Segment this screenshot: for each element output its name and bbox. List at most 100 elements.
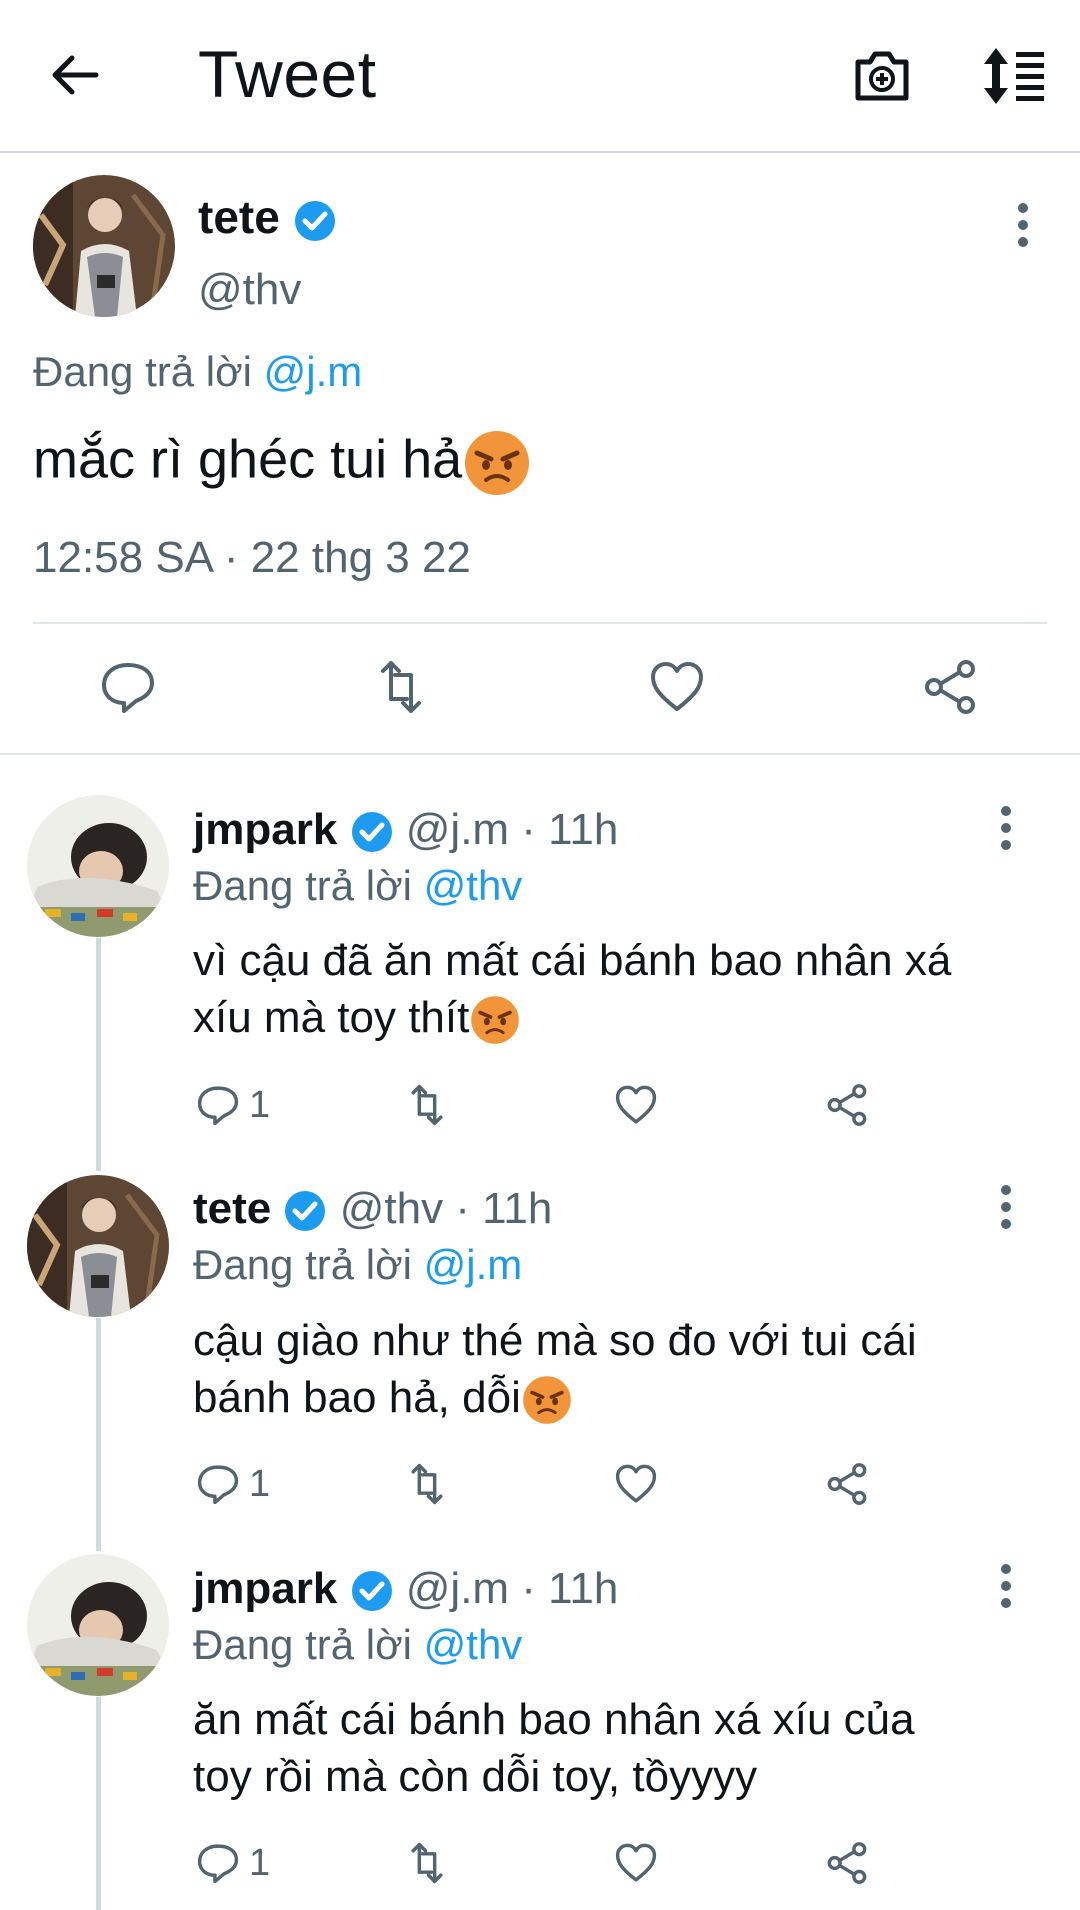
tweet-timestamp: 12:58 SA · 22 thg 3 22 — [33, 533, 471, 582]
author-name: tete — [198, 191, 280, 243]
reply-header: jmpark @j.m · 11h — [193, 805, 618, 855]
more-options-button[interactable] — [1008, 200, 1038, 250]
mention-link[interactable]: @j.m — [264, 348, 363, 395]
thread-line — [96, 1318, 101, 1551]
like-button[interactable] — [647, 657, 707, 717]
retweet-button[interactable] — [403, 1838, 451, 1888]
replying-to: Đang trả lời @thv — [193, 1621, 522, 1669]
profile-photo — [27, 795, 169, 937]
heart-icon — [615, 1464, 657, 1503]
retweet-icon — [381, 661, 421, 713]
retweet-button[interactable] — [403, 1080, 451, 1130]
retweet-button[interactable] — [371, 657, 431, 717]
reply-text: ăn mất cái bánh bao nhân xá xíu của toy … — [193, 1691, 1033, 1805]
avatar[interactable] — [33, 175, 175, 317]
reply-button[interactable]: 1 — [195, 1459, 270, 1509]
author-name: tete — [193, 1184, 272, 1233]
thread-line — [96, 938, 101, 1171]
handle-and-time: @j.m · 11h — [405, 1564, 619, 1613]
angry-face-icon — [523, 1376, 571, 1425]
replying-label: Đang trả lời — [193, 1621, 412, 1668]
sort-order-icon — [984, 48, 1044, 104]
reply-text-line-wrap: xíu mà toy thít — [193, 989, 1033, 1046]
more-vertical-icon — [1001, 1185, 1011, 1229]
page-title: Tweet — [198, 37, 377, 111]
verified-badge-icon — [351, 812, 392, 853]
comment-icon — [102, 663, 154, 713]
share-icon — [925, 660, 975, 714]
angry-face-icon — [471, 996, 520, 1045]
avatar[interactable] — [27, 1175, 169, 1317]
reply-button[interactable] — [98, 657, 158, 717]
author-name-row: tete — [198, 190, 337, 244]
replying-label: Đang trả lời — [33, 348, 252, 395]
more-vertical-icon — [1001, 806, 1011, 850]
reply-text: cậu giào như thé mà so đo với tui cái bá… — [193, 1312, 1033, 1426]
retweet-icon — [411, 1842, 443, 1884]
reply-button[interactable]: 1 — [195, 1838, 270, 1888]
tweet-body: mắc rì ghéc tui hả — [33, 429, 463, 490]
profile-photo — [27, 1175, 169, 1317]
share-button[interactable] — [824, 1459, 870, 1509]
author-handle: @thv — [198, 265, 302, 314]
more-options-button[interactable] — [991, 803, 1021, 853]
mention-link[interactable]: @thv — [424, 1621, 523, 1668]
more-vertical-icon — [1001, 1564, 1011, 1608]
share-button[interactable] — [824, 1838, 870, 1888]
tweet-text: mắc rì ghéc tui hả — [33, 428, 532, 498]
share-button[interactable] — [824, 1080, 870, 1130]
like-button[interactable] — [613, 1459, 659, 1509]
camera-button[interactable] — [850, 44, 914, 108]
verified-badge-icon — [294, 200, 335, 241]
like-button[interactable] — [613, 1080, 659, 1130]
author-name: jmpark — [193, 805, 338, 854]
mention-link[interactable]: @thv — [424, 862, 523, 909]
comment-icon — [197, 1844, 239, 1884]
retweet-button[interactable] — [403, 1459, 451, 1509]
heart-icon — [615, 1843, 657, 1882]
reply-count: 1 — [249, 1462, 271, 1505]
avatar[interactable] — [27, 1554, 169, 1696]
like-button[interactable] — [613, 1838, 659, 1888]
reply-text-line-wrap: bánh bao hả, dỗi — [193, 1369, 1033, 1426]
more-options-button[interactable] — [991, 1561, 1021, 1611]
handle-and-time: @j.m · 11h — [405, 805, 619, 854]
retweet-icon — [411, 1463, 443, 1505]
replying-to: Đang trả lời @thv — [193, 862, 522, 910]
reply-text-line: toy rồi mà còn dỗi toy, tồyyyy — [193, 1752, 758, 1801]
mention-link[interactable]: @j.m — [424, 1241, 523, 1288]
divider — [33, 622, 1047, 624]
comment-icon — [197, 1086, 239, 1126]
share-button[interactable] — [920, 657, 980, 717]
reply-text-line: cậu giào như thé mà so đo với tui cái — [193, 1316, 917, 1365]
replying-label: Đang trả lời — [193, 1241, 412, 1288]
reply-button[interactable]: 1 — [195, 1080, 270, 1130]
avatar[interactable] — [27, 795, 169, 937]
reply-text: vì cậu đã ăn mất cái bánh bao nhân xá xí… — [193, 932, 1033, 1046]
reply-header: jmpark @j.m · 11h — [193, 1564, 618, 1614]
reply-text-line: bánh bao hả, dỗi — [193, 1373, 521, 1422]
sort-button[interactable] — [980, 44, 1050, 108]
replying-to: Đang trả lời @j.m — [33, 348, 362, 396]
profile-photo — [27, 1554, 169, 1696]
verified-badge-icon — [285, 1191, 326, 1232]
angry-face-icon — [465, 431, 530, 495]
profile-photo — [33, 175, 175, 317]
author-name: jmpark — [193, 1564, 338, 1613]
retweet-icon — [411, 1084, 443, 1126]
share-icon — [827, 1463, 867, 1505]
arrow-left-icon — [52, 55, 99, 95]
heart-icon — [651, 662, 703, 711]
replying-to: Đang trả lời @j.m — [193, 1241, 522, 1289]
more-options-button[interactable] — [991, 1182, 1021, 1232]
top-app-bar: Tweet — [0, 0, 1080, 153]
verified-badge-icon — [351, 1571, 392, 1612]
replying-label: Đang trả lời — [193, 862, 412, 909]
comment-icon — [197, 1465, 239, 1505]
reply-text-line: xíu mà toy thít — [193, 993, 470, 1042]
section-divider — [0, 753, 1080, 755]
thread-line — [96, 1697, 101, 1910]
reply-header: tete @thv · 11h — [193, 1184, 552, 1234]
back-button[interactable] — [46, 45, 106, 105]
share-icon — [827, 1842, 867, 1884]
